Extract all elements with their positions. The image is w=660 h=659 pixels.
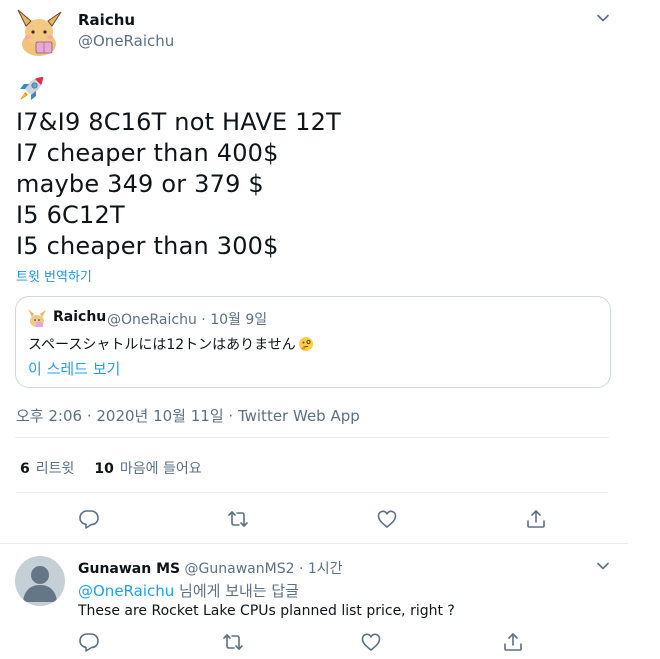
quoted-author-name: Raichu xyxy=(53,309,107,325)
retweets-count: 6 xyxy=(20,461,30,477)
chevron-down-icon[interactable] xyxy=(596,558,610,572)
rocket-icon xyxy=(16,74,46,104)
thinking-face-icon xyxy=(298,336,314,352)
quoted-author-meta: @OneRaichu · 10월 9일 xyxy=(107,312,268,328)
tweet-text-line: I5 cheaper than 300$ xyxy=(16,232,279,260)
quoted-tweet[interactable]: Raichu @OneRaichu · 10월 9일 スペースシャトルには12ト… xyxy=(15,296,611,388)
retweets-label: 리트윗 xyxy=(35,461,75,477)
tweet-text-line: I7 cheaper than 400$ xyxy=(16,139,279,167)
tweet-text-line: maybe 349 or 379 $ xyxy=(16,170,264,198)
page-background-gutter xyxy=(628,0,660,659)
chevron-down-icon[interactable] xyxy=(596,10,610,24)
engagement-stats: 6 리트윗 10 마음에 들어요 xyxy=(20,458,222,478)
replying-to-suffix: 님에게 보내는 답글 xyxy=(174,582,299,600)
share-icon[interactable] xyxy=(502,631,524,653)
tweet-detail-column: Raichu @OneRaichu I7&I9 8C16T not HAVE 1… xyxy=(0,0,629,659)
reply-author-name[interactable]: Gunawan MS xyxy=(78,561,180,577)
retweet-icon[interactable] xyxy=(222,631,244,653)
like-icon[interactable] xyxy=(376,508,398,530)
divider xyxy=(15,437,609,438)
likes-count: 10 xyxy=(94,461,114,477)
tweet-text: I7&I9 8C16T not HAVE 12T I7 cheaper than… xyxy=(16,107,341,262)
share-icon[interactable] xyxy=(525,508,547,530)
reply-author-meta: @GunawanMS2 · 1시간 xyxy=(180,561,343,577)
author-name[interactable]: Raichu xyxy=(78,11,135,29)
reply-icon[interactable] xyxy=(78,631,100,653)
author-avatar[interactable] xyxy=(14,8,64,58)
likes-stat[interactable]: 10 마음에 들어요 xyxy=(94,461,221,477)
retweets-stat[interactable]: 6 리트윗 xyxy=(20,461,94,477)
like-icon[interactable] xyxy=(360,631,382,653)
show-thread-link[interactable]: 이 스레드 보기 xyxy=(28,358,120,379)
likes-label: 마음에 들어요 xyxy=(119,461,202,477)
replying-to-mention[interactable]: @OneRaichu xyxy=(78,582,174,600)
tweet-text-line: I7&I9 8C16T not HAVE 12T xyxy=(16,108,341,136)
translate-tweet-link[interactable]: 트윗 번역하기 xyxy=(16,266,92,285)
tweet-text-line: I5 6C12T xyxy=(16,201,125,229)
reply-header: Gunawan MS @GunawanMS2 · 1시간 xyxy=(78,558,343,578)
divider xyxy=(0,543,628,544)
tweet-timestamp[interactable]: 오후 2:06 · 2020년 10월 11일 · Twitter Web Ap… xyxy=(16,405,360,426)
quoted-author-avatar xyxy=(27,308,47,328)
retweet-icon[interactable] xyxy=(227,508,249,530)
replying-to: @OneRaichu 님에게 보내는 답글 xyxy=(78,580,299,601)
reply-text: These are Rocket Lake CPUs planned list … xyxy=(78,603,455,619)
quoted-tweet-text: スペースシャトルには12トンはありません xyxy=(28,337,296,353)
divider xyxy=(15,492,609,493)
quoted-tweet-text-row: スペースシャトルには12トンはありません xyxy=(28,334,314,354)
reply-author-avatar[interactable] xyxy=(15,556,65,606)
reply-icon[interactable] xyxy=(78,508,100,530)
author-handle[interactable]: @OneRaichu xyxy=(78,32,174,50)
